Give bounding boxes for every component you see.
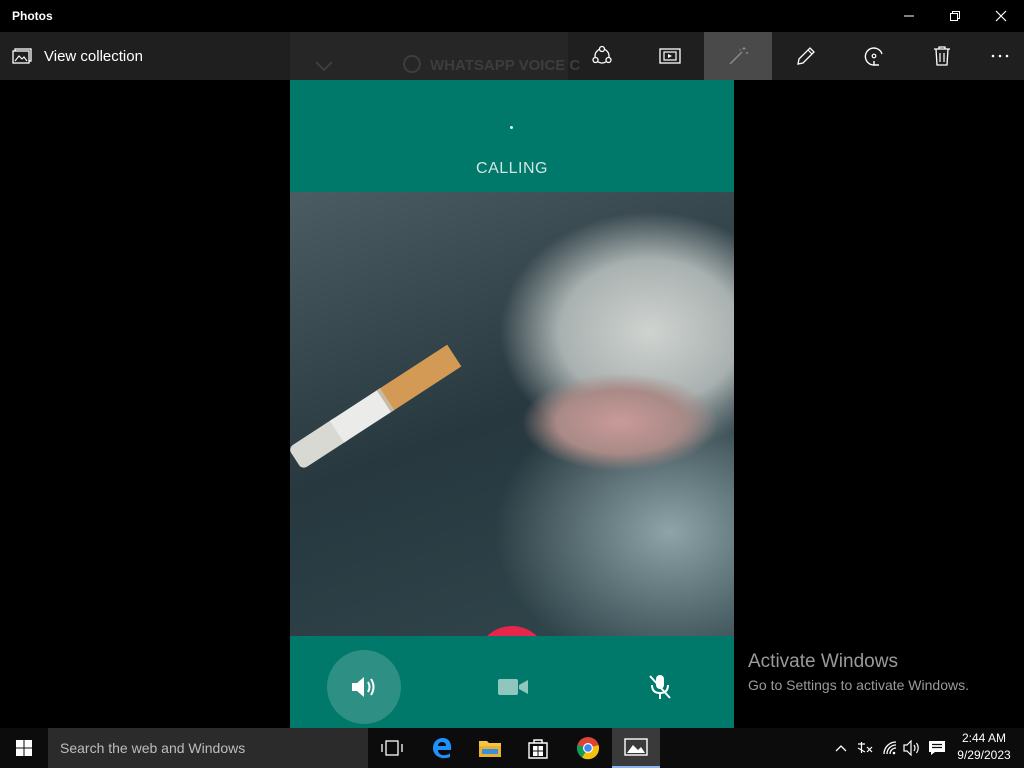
call-status: CALLING [476, 160, 548, 177]
store-icon [528, 739, 548, 759]
chrome-taskbar-button[interactable] [564, 728, 612, 768]
show-hidden-icons-button[interactable] [832, 728, 850, 768]
whatsapp-voice-call-label: WHATSAPP VOICE C [430, 57, 581, 74]
cigarette-shape [290, 344, 462, 468]
enhance-icon [729, 47, 748, 65]
minimize-button[interactable] [886, 0, 932, 32]
title-bar: Photos [0, 0, 1024, 32]
clock-time: 2:44 AM [961, 731, 1007, 745]
chevron-up-icon [835, 745, 847, 752]
close-icon [995, 10, 1007, 22]
store-taskbar-button[interactable] [514, 728, 562, 768]
rotate-button[interactable] [840, 32, 908, 80]
volume-icon [903, 740, 919, 756]
photos-taskbar-button[interactable] [612, 728, 660, 768]
call-header: CALLING [290, 80, 734, 192]
activate-windows-heading: Activate Windows [748, 651, 898, 672]
collapse-chevron-icon [315, 61, 333, 72]
volume-button[interactable] [902, 728, 924, 768]
image-header-behind-toolbar: WHATSAPP VOICE C [290, 32, 580, 80]
edge-taskbar-button[interactable] [418, 728, 466, 768]
windows-start-icon [16, 740, 32, 756]
enhance-button[interactable] [704, 32, 772, 80]
search-placeholder: Search the web and Windows [60, 740, 246, 756]
taskbar-clock[interactable]: 2:44 AM 9/29/2023 [952, 730, 1016, 764]
view-collection-button[interactable]: View collection [0, 32, 143, 80]
photos-app-icon [624, 738, 648, 756]
file-explorer-icon [479, 741, 501, 757]
ime-icon [857, 742, 873, 753]
task-view-icon [381, 740, 403, 756]
photo-viewer-image: CALLING [290, 80, 734, 728]
ime-indicator[interactable] [854, 728, 876, 768]
more-icon [991, 54, 1009, 58]
call-controls [290, 636, 734, 728]
task-view-button[interactable] [368, 728, 416, 768]
speaker-button[interactable] [327, 650, 401, 724]
photos-collection-icon [12, 48, 32, 64]
restore-icon [950, 11, 960, 21]
video-icon [498, 679, 528, 695]
window-title: Photos [12, 9, 53, 23]
clock-date: 9/29/2023 [957, 748, 1011, 762]
chrome-icon [576, 737, 600, 760]
speaker-icon [352, 677, 375, 697]
edge-icon [433, 738, 452, 759]
caller-photo [290, 192, 734, 698]
edit-button[interactable] [772, 32, 840, 80]
restore-button[interactable] [932, 0, 978, 32]
slideshow-button[interactable] [636, 32, 704, 80]
mic-off-icon [649, 675, 671, 699]
minimize-icon [904, 15, 914, 17]
rotate-icon [864, 47, 883, 66]
edit-icon [797, 47, 815, 65]
action-center-button[interactable] [926, 728, 948, 768]
caller-name-placeholder [510, 126, 513, 129]
action-center-icon [929, 741, 945, 755]
file-explorer-taskbar-button[interactable] [466, 728, 514, 768]
whatsapp-logo-icon [403, 55, 421, 73]
mute-button[interactable] [623, 650, 697, 724]
share-icon [592, 45, 612, 64]
close-button[interactable] [978, 0, 1024, 32]
network-button[interactable] [880, 728, 902, 768]
delete-icon [934, 46, 950, 66]
more-button[interactable] [966, 32, 1024, 80]
view-collection-label: View collection [44, 47, 143, 65]
taskbar: Search the web and Windows 2:44 AM 9/29/… [0, 728, 1024, 768]
search-input[interactable]: Search the web and Windows [48, 728, 368, 768]
video-button[interactable] [476, 650, 550, 724]
slideshow-icon [659, 48, 681, 64]
activate-windows-subtext: Go to Settings to activate Windows. [748, 677, 969, 693]
start-button[interactable] [0, 728, 48, 768]
wifi-icon [883, 741, 897, 755]
activate-windows-watermark: Activate Windows Go to Settings to activ… [748, 651, 969, 693]
